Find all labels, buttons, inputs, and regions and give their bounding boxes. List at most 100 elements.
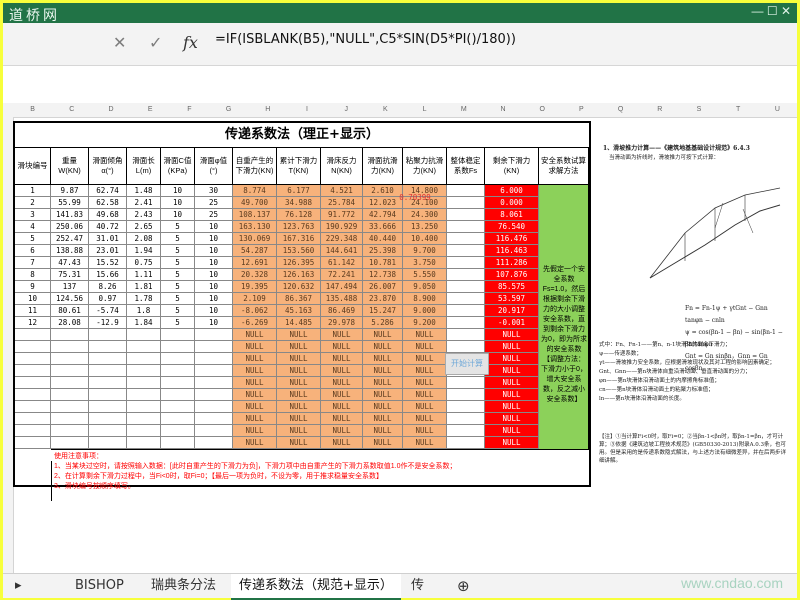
cell-weight[interactable] [51, 425, 89, 437]
cell-no[interactable]: 5 [15, 233, 51, 245]
cell-residual[interactable]: NULL [485, 377, 539, 389]
cell-no[interactable]: 9 [15, 281, 51, 293]
cell-angle[interactable]: 31.01 [89, 233, 127, 245]
cell-fs[interactable] [447, 257, 485, 269]
tab-transfer-coefficient[interactable]: 传递系数法（规范+显示） [231, 574, 401, 600]
cell-anti[interactable]: 26.007 [363, 281, 403, 293]
cell-angle[interactable]: 40.72 [89, 221, 127, 233]
cell-coh[interactable]: NULL [403, 377, 447, 389]
cell-no[interactable]: 4 [15, 221, 51, 233]
cell-slide[interactable]: 130.069 [233, 233, 277, 245]
cell-no[interactable] [15, 365, 51, 377]
cell-length[interactable] [127, 341, 161, 353]
cell-length[interactable]: 1.81 [127, 281, 161, 293]
cell-resist[interactable]: NULL [321, 329, 363, 341]
cell-anti[interactable]: NULL [363, 365, 403, 377]
cell-residual[interactable]: 116.463 [485, 245, 539, 257]
fx-icon[interactable]: fx [183, 33, 198, 52]
cell-fs[interactable] [447, 293, 485, 305]
cell-cum[interactable]: 34.988 [277, 197, 321, 209]
cell-no[interactable] [15, 413, 51, 425]
cell-weight[interactable]: 137 [51, 281, 89, 293]
cell-cohesion[interactable] [161, 353, 195, 365]
tab-bishop[interactable]: BISHOP [67, 574, 132, 598]
cell-length[interactable]: 2.65 [127, 221, 161, 233]
cell-length[interactable]: 2.08 [127, 233, 161, 245]
cell-angle[interactable]: 0.97 [89, 293, 127, 305]
cell-coh[interactable]: 13.250 [403, 221, 447, 233]
cell-no[interactable] [15, 437, 51, 449]
cell-angle[interactable]: 8.26 [89, 281, 127, 293]
cell-no[interactable]: 6 [15, 245, 51, 257]
column-header-i[interactable]: I [287, 103, 326, 117]
cell-cum[interactable]: NULL [277, 389, 321, 401]
cell-weight[interactable]: 141.83 [51, 209, 89, 221]
cell-fs[interactable] [447, 341, 485, 353]
cell-cum[interactable]: 153.560 [277, 245, 321, 257]
cell-fs[interactable] [447, 305, 485, 317]
cell-fs[interactable] [447, 329, 485, 341]
cell-residual[interactable]: NULL [485, 353, 539, 365]
cell-no[interactable]: 10 [15, 293, 51, 305]
column-header-j[interactable]: J [327, 103, 366, 117]
cell-anti[interactable]: 23.870 [363, 293, 403, 305]
cell-angle[interactable] [89, 401, 127, 413]
cell-phi[interactable]: 10 [195, 317, 233, 329]
cell-angle[interactable]: 62.58 [89, 197, 127, 209]
cell-slide[interactable]: 8.774 [233, 185, 277, 197]
cell-cum[interactable]: 76.128 [277, 209, 321, 221]
cell-slide[interactable]: NULL [233, 425, 277, 437]
column-header-l[interactable]: L [405, 103, 444, 117]
cell-phi[interactable]: 10 [195, 233, 233, 245]
cell-coh[interactable]: 24.300 [403, 209, 447, 221]
cell-resist[interactable]: NULL [321, 401, 363, 413]
cell-length[interactable] [127, 389, 161, 401]
cell-angle[interactable]: 15.66 [89, 269, 127, 281]
column-header-s[interactable]: S [679, 103, 718, 117]
cell-phi[interactable] [195, 413, 233, 425]
column-header-b[interactable]: B [13, 103, 52, 117]
cell-phi[interactable] [195, 389, 233, 401]
cell-coh[interactable]: NULL [403, 425, 447, 437]
cell-resist[interactable]: 144.641 [321, 245, 363, 257]
cell-fs[interactable] [447, 317, 485, 329]
cell-slide[interactable]: 108.137 [233, 209, 277, 221]
cell-weight[interactable]: 9.87 [51, 185, 89, 197]
cell-no[interactable] [15, 389, 51, 401]
cell-phi[interactable] [195, 329, 233, 341]
cell-coh[interactable]: NULL [403, 353, 447, 365]
cell-residual[interactable]: 20.917 [485, 305, 539, 317]
cell-residual[interactable]: NULL [485, 401, 539, 413]
cell-resist[interactable]: NULL [321, 365, 363, 377]
cell-coh[interactable]: 9.200 [403, 317, 447, 329]
cell-no[interactable]: 3 [15, 209, 51, 221]
cell-cohesion[interactable] [161, 341, 195, 353]
cell-resist[interactable]: NULL [321, 425, 363, 437]
cell-residual[interactable]: 107.876 [485, 269, 539, 281]
cell-angle[interactable]: 15.52 [89, 257, 127, 269]
cell-residual[interactable]: 8.061 [485, 209, 539, 221]
cell-phi[interactable]: 10 [195, 281, 233, 293]
cell-resist[interactable]: 91.772 [321, 209, 363, 221]
cell-no[interactable] [15, 341, 51, 353]
cell-phi[interactable]: 10 [195, 257, 233, 269]
tab-more[interactable]: 传 [403, 574, 432, 598]
cell-phi[interactable] [195, 353, 233, 365]
cell-fs[interactable] [447, 233, 485, 245]
cell-resist[interactable]: 229.348 [321, 233, 363, 245]
cell-slide[interactable]: NULL [233, 401, 277, 413]
cell-phi[interactable] [195, 425, 233, 437]
cell-cum[interactable]: 86.367 [277, 293, 321, 305]
tab-swedish[interactable]: 瑞典条分法 [143, 574, 224, 598]
cell-length[interactable]: 1.94 [127, 245, 161, 257]
cell-cohesion[interactable] [161, 329, 195, 341]
cell-weight[interactable] [51, 365, 89, 377]
cell-cohesion[interactable] [161, 365, 195, 377]
cell-angle[interactable]: 23.01 [89, 245, 127, 257]
cell-weight[interactable] [51, 329, 89, 341]
column-header-d[interactable]: D [91, 103, 130, 117]
cell-cum[interactable]: NULL [277, 329, 321, 341]
column-header-k[interactable]: K [366, 103, 405, 117]
cell-weight[interactable] [51, 413, 89, 425]
cell-cum[interactable]: NULL [277, 365, 321, 377]
